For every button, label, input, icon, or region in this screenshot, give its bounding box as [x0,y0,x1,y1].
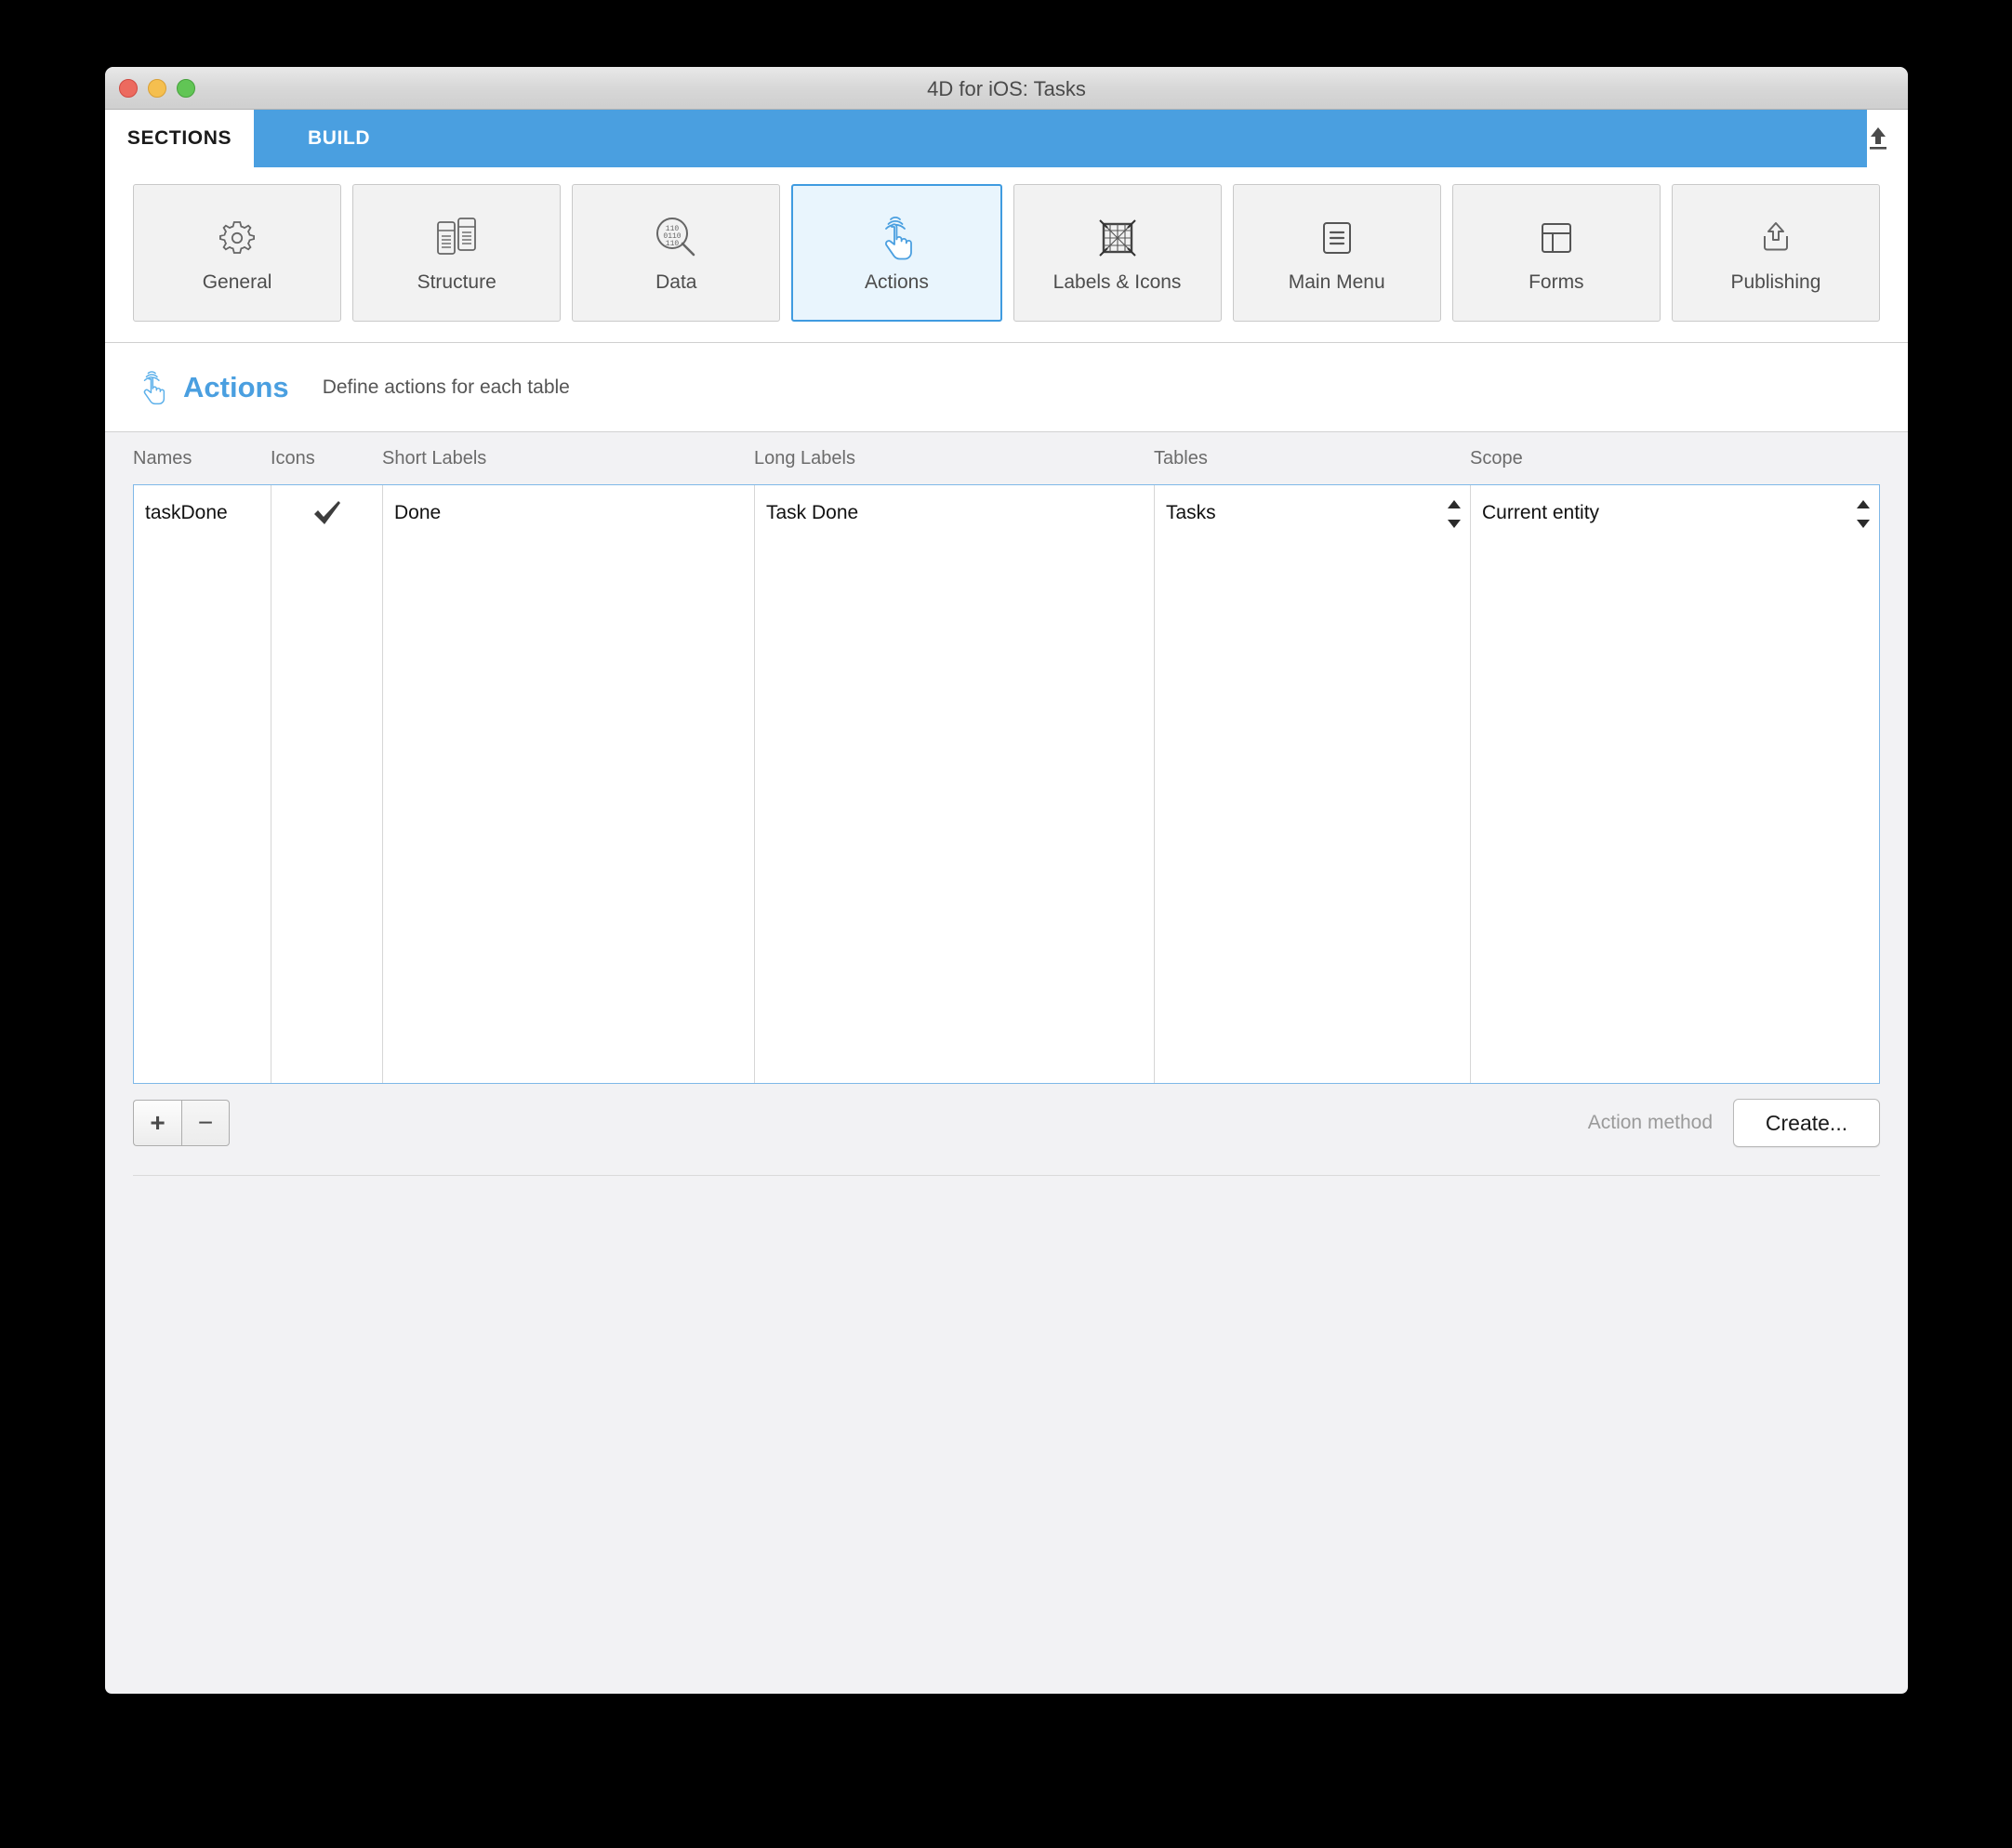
section-button-structure[interactable]: Structure [352,184,562,322]
section-label-structure: Structure [417,271,496,293]
window-title: 4D for iOS: Tasks [927,77,1086,100]
section-toolbar: General Structure 110 0110 110 Data Acti… [105,167,1908,343]
cell-value-long-labels: Task Done [766,502,859,523]
cell-value-names: taskDone [145,502,228,523]
section-label-general: General [202,271,272,293]
section-label-forms: Forms [1529,271,1584,293]
layout-icon [1536,212,1577,264]
tables-stepper[interactable] [1448,500,1461,528]
column-header-short-labels: Short Labels [382,447,487,469]
section-button-main-menu[interactable]: Main Menu [1232,184,1441,322]
cell-value-short-labels: Done [394,502,442,523]
table-cell-names[interactable]: taskDone [134,485,271,1083]
cell-value-scope: Current entity [1482,502,1600,523]
column-header-names: Names [133,447,192,469]
table-cell-scope[interactable]: Current entity [1471,485,1879,1083]
section-button-forms[interactable]: Forms [1451,184,1661,322]
data-search-icon: 110 0110 110 [652,212,700,264]
tap-hand-icon [876,212,917,264]
column-header-tables: Tables [1154,447,1208,469]
add-remove-group: + − [133,1100,230,1146]
section-label-data: Data [655,271,697,293]
section-label-actions: Actions [865,271,929,293]
actions-table[interactable]: taskDone Done Task Done Tasks Current en… [133,484,1880,1084]
add-action-button[interactable]: + [133,1100,181,1146]
tab-bar: SECTIONS BUILD [105,110,1908,167]
table-cell-icons[interactable] [271,485,383,1083]
action-method-label: Action method [1587,1112,1713,1133]
remove-action-button[interactable]: − [181,1100,230,1146]
page-title: Actions [183,370,289,403]
column-header-icons: Icons [271,447,315,469]
section-button-actions[interactable]: Actions [791,184,1002,322]
table-cell-short-labels[interactable]: Done [383,485,755,1083]
checkmark-icon [271,485,382,528]
content-divider [133,1175,1880,1176]
section-button-data[interactable]: 110 0110 110 Data [572,184,781,322]
section-label-labels-icons: Labels & Icons [1052,271,1182,293]
actions-table-area: Names Icons Short Labels Long Labels Tab… [105,432,1908,1084]
table-column-headers: Names Icons Short Labels Long Labels Tab… [133,432,1880,484]
labels-icons-icon [1095,212,1140,264]
section-label-publishing: Publishing [1730,271,1821,293]
table-cell-tables[interactable]: Tasks [1155,485,1471,1083]
list-document-icon [1317,212,1357,264]
tap-hand-icon [133,368,172,407]
share-upload-icon [1754,212,1798,264]
table-cell-long-labels[interactable]: Task Done [755,485,1155,1083]
gear-icon [214,212,260,264]
scope-stepper[interactable] [1857,500,1870,528]
tab-build[interactable]: BUILD [254,110,1867,167]
table-action-bar: + − Action method Create... [105,1084,1908,1153]
upload-icon[interactable] [1858,110,1899,167]
tab-sections[interactable]: SECTIONS [105,110,254,167]
cell-value-tables: Tasks [1166,502,1216,523]
section-label-main-menu: Main Menu [1288,271,1385,293]
svg-text:110: 110 [666,240,680,248]
column-header-long-labels: Long Labels [754,447,855,469]
section-button-labels-icons[interactable]: Labels & Icons [1013,184,1222,322]
page-header: Actions Define actions for each table [105,343,1908,432]
section-button-publishing[interactable]: Publishing [1671,184,1880,322]
create-button[interactable]: Create... [1733,1099,1880,1147]
column-header-scope: Scope [1470,447,1523,469]
section-button-general[interactable]: General [133,184,342,322]
structure-icon [433,212,480,264]
page-subtitle: Define actions for each table [322,376,570,398]
title-bar: 4D for iOS: Tasks [105,67,1908,110]
app-window: 4D for iOS: Tasks SECTIONS BUILD General [105,67,1908,1694]
